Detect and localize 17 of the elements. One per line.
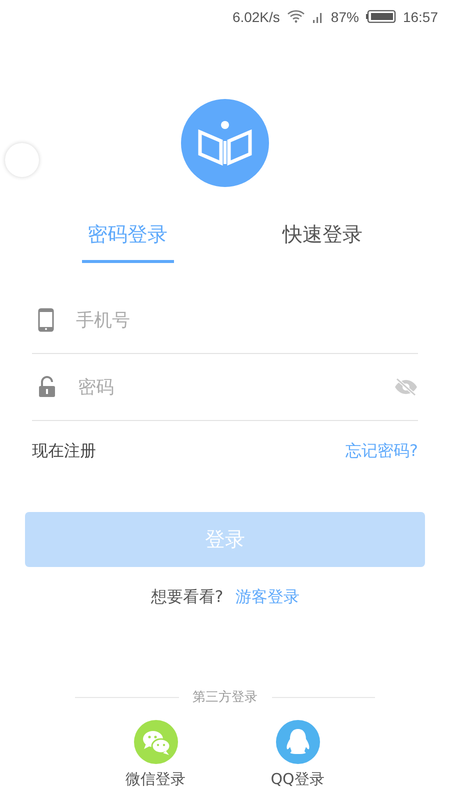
- guest-prompt: 想要看看?: [150, 587, 224, 608]
- lock-icon: [38, 376, 56, 398]
- register-link[interactable]: 现在注册: [32, 441, 96, 462]
- hidden-eye-icon[interactable]: [394, 378, 418, 396]
- login-option-label[interactable]: 微信登录: [126, 770, 186, 789]
- penguin-icon[interactable]: [276, 720, 320, 764]
- signal-icon: [312, 10, 324, 22]
- phone-icon: [38, 308, 54, 332]
- login-option-label[interactable]: QQ登录: [270, 770, 324, 789]
- chat-bubbles-icon[interactable]: [134, 720, 178, 764]
- section-title: 第三方登录: [192, 689, 258, 706]
- clock: 16:57: [402, 8, 438, 24]
- login-tab[interactable]: 快速登录: [276, 211, 368, 263]
- wifi-icon: [286, 10, 305, 23]
- network-speed: 6.02K/s: [232, 8, 280, 24]
- battery-percent: 87%: [330, 8, 359, 24]
- battery-icon: [366, 10, 396, 23]
